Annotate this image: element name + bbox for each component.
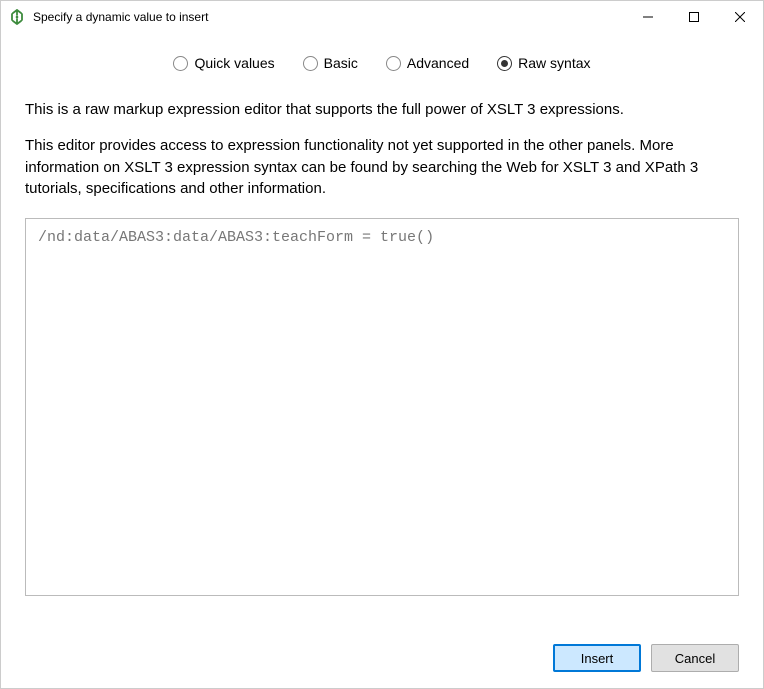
radio-advanced[interactable]: Advanced: [386, 55, 469, 71]
close-icon: [735, 12, 745, 22]
button-row: Insert Cancel: [25, 644, 739, 672]
minimize-icon: [643, 12, 653, 22]
radio-label: Quick values: [194, 55, 274, 71]
radio-quick-values[interactable]: Quick values: [173, 55, 274, 71]
cancel-button[interactable]: Cancel: [651, 644, 739, 672]
radio-basic[interactable]: Basic: [303, 55, 358, 71]
app-icon: [9, 9, 25, 25]
minimize-button[interactable]: [625, 1, 671, 33]
radio-label: Advanced: [407, 55, 469, 71]
description-line1: This is a raw markup expression editor t…: [25, 99, 739, 121]
expression-editor[interactable]: [25, 218, 739, 596]
maximize-button[interactable]: [671, 1, 717, 33]
close-button[interactable]: [717, 1, 763, 33]
window-controls: [625, 1, 763, 33]
window-title: Specify a dynamic value to insert: [33, 10, 625, 24]
content-area: Quick values Basic Advanced Raw syntax T…: [1, 33, 763, 688]
mode-radio-group: Quick values Basic Advanced Raw syntax: [25, 55, 739, 71]
radio-raw-syntax[interactable]: Raw syntax: [497, 55, 590, 71]
radio-icon: [303, 56, 318, 71]
radio-label: Raw syntax: [518, 55, 590, 71]
radio-icon: [173, 56, 188, 71]
radio-label: Basic: [324, 55, 358, 71]
radio-icon: [386, 56, 401, 71]
description-line2: This editor provides access to expressio…: [25, 135, 739, 200]
titlebar: Specify a dynamic value to insert: [1, 1, 763, 33]
maximize-icon: [689, 12, 699, 22]
insert-button[interactable]: Insert: [553, 644, 641, 672]
radio-icon-selected: [497, 56, 512, 71]
